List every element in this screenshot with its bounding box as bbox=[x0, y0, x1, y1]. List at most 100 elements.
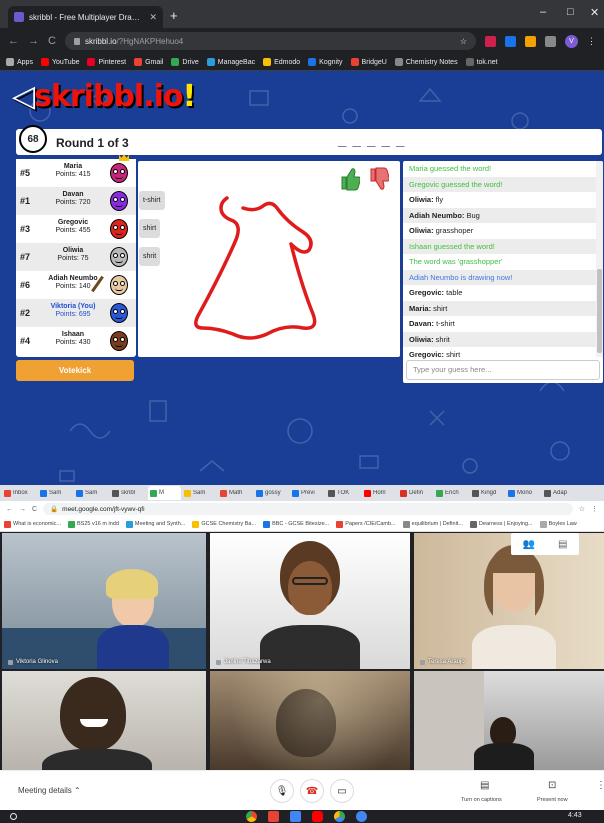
browser-tab[interactable]: Mono bbox=[508, 489, 541, 497]
minimize-icon[interactable]: – bbox=[540, 6, 546, 18]
maximize-icon[interactable]: □ bbox=[567, 6, 574, 18]
browser-tab[interactable]: Kingd bbox=[472, 489, 505, 497]
profile-avatar[interactable]: V bbox=[565, 34, 578, 48]
forward-icon[interactable]: → bbox=[19, 506, 26, 513]
browser-tab[interactable]: Defin bbox=[400, 489, 433, 497]
tab-title: Mono bbox=[517, 490, 533, 496]
browser-tab[interactable]: Sam bbox=[184, 489, 217, 497]
url-host: skribbl.io bbox=[84, 36, 117, 46]
menu-kebab-icon[interactable]: ⋮ bbox=[587, 36, 596, 47]
skribbl-game-area: ◁skribbl.io! 68 Round 1 of 3 _ _ _ _ _ #… bbox=[0, 71, 604, 485]
back-icon[interactable]: ← bbox=[6, 506, 13, 513]
player-row: #3 Gregovic Points: 455 bbox=[16, 215, 136, 243]
bookmark-item[interactable]: BBC - GCSE Bitesize... bbox=[263, 520, 329, 528]
extension-icon[interactable] bbox=[525, 35, 536, 47]
browser-tab[interactable]: Inbox bbox=[4, 489, 37, 497]
microphone-icon[interactable]: 🎙 bbox=[270, 779, 294, 803]
close-tab-icon[interactable]: ✕ bbox=[149, 12, 157, 23]
menu-kebab-icon[interactable]: ⋮ bbox=[591, 505, 598, 513]
gmail-icon[interactable] bbox=[268, 811, 279, 822]
chat-icon[interactable]: ▤ bbox=[558, 539, 567, 550]
bookmark-item[interactable]: Drive bbox=[171, 58, 199, 66]
bookmark-item[interactable]: ManageBac bbox=[206, 58, 255, 66]
bookmark-item[interactable]: Boyles Law bbox=[539, 520, 577, 528]
reload-icon[interactable]: C bbox=[32, 506, 37, 513]
people-icon[interactable]: 👥 bbox=[523, 539, 535, 550]
bookmark-item[interactable]: Chemistry Notes bbox=[394, 58, 458, 66]
tab-favicon-icon bbox=[40, 489, 47, 497]
browser-tab[interactable]: M bbox=[148, 486, 181, 500]
chat-message: The word was 'grasshopper' bbox=[403, 254, 596, 270]
extension-icon[interactable] bbox=[505, 35, 516, 47]
browser-tab[interactable]: Sam bbox=[76, 489, 109, 497]
bookmark-item[interactable]: Kognity bbox=[308, 58, 343, 66]
extensions-puzzle-icon[interactable] bbox=[545, 35, 556, 47]
bookmark-favicon-icon bbox=[40, 58, 49, 66]
chat-scrollbar[interactable] bbox=[596, 161, 603, 357]
browser-tab[interactable]: Ench bbox=[436, 489, 469, 497]
chrome-icon[interactable] bbox=[246, 811, 257, 822]
bookmark-item[interactable]: What is economic... bbox=[4, 520, 61, 528]
votekick-button[interactable]: Votekick bbox=[16, 360, 134, 381]
star-icon[interactable]: ☆ bbox=[579, 505, 585, 513]
bookmark-item[interactable]: Gmail bbox=[134, 58, 163, 66]
chat-text: The word was 'grasshopper' bbox=[409, 257, 503, 266]
youtube-icon[interactable] bbox=[312, 811, 323, 822]
tab-favicon-icon bbox=[472, 489, 479, 497]
browser-tab[interactable]: Hom bbox=[364, 489, 397, 497]
camera-icon[interactable]: ▭ bbox=[330, 779, 354, 803]
address-bar[interactable]: skribbl.io/?HgNAKPHehuo4 ☆ bbox=[64, 32, 476, 50]
forward-icon[interactable]: → bbox=[28, 35, 39, 47]
files-icon[interactable] bbox=[356, 811, 367, 822]
new-tab-button[interactable]: + bbox=[170, 8, 178, 23]
chat-input[interactable]: Type your guess here... bbox=[406, 360, 600, 380]
browser-tab[interactable]: Previ bbox=[292, 489, 325, 497]
star-icon[interactable]: ☆ bbox=[460, 37, 467, 46]
browser-tab[interactable]: skribl bbox=[112, 489, 145, 497]
present-icon[interactable]: ⊡ bbox=[548, 780, 556, 791]
meet-address-bar[interactable]: 🔒 meet.google.com/jft-vywv-qfi bbox=[43, 503, 573, 515]
player-rank: #2 bbox=[20, 308, 31, 318]
captions-icon[interactable]: ▤ bbox=[480, 780, 489, 791]
launcher-icon[interactable] bbox=[10, 813, 17, 820]
browser-tab[interactable]: TOK bbox=[328, 489, 361, 497]
thumbs-down-icon[interactable] bbox=[369, 167, 389, 191]
browser-tab[interactable]: gossy bbox=[256, 489, 289, 497]
bookmark-favicon-icon bbox=[350, 58, 359, 66]
meeting-details-button[interactable]: Meeting details ⌃ bbox=[18, 786, 81, 795]
back-icon[interactable]: ← bbox=[8, 35, 19, 47]
bookmark-item[interactable]: Edmodo bbox=[263, 58, 300, 66]
player-name: Viktoria (You) bbox=[50, 303, 96, 310]
close-window-icon[interactable]: ✕ bbox=[590, 6, 599, 19]
browser-tab[interactable]: Math bbox=[220, 489, 253, 497]
bookmark-item[interactable]: Dearness | Enjoying... bbox=[469, 520, 533, 528]
extension-icon[interactable] bbox=[485, 35, 496, 47]
bookmark-item[interactable]: YouTube bbox=[40, 58, 79, 66]
hang-up-icon[interactable]: ☎ bbox=[300, 779, 324, 803]
bookmark-item[interactable]: Meeting and Synth... bbox=[125, 520, 185, 528]
reload-icon[interactable]: C bbox=[48, 35, 56, 47]
browser-tab[interactable]: Adap bbox=[544, 489, 577, 497]
bookmark-item[interactable]: GCSE Chemistry Ba... bbox=[192, 520, 256, 528]
more-options-icon[interactable]: ⋮ bbox=[596, 780, 604, 791]
bookmark-item[interactable]: equilibrium | Definit... bbox=[402, 520, 463, 528]
docs-icon[interactable] bbox=[290, 811, 301, 822]
bookmark-label: Papers /CIE/Camb... bbox=[345, 521, 396, 527]
bookmark-item[interactable]: BridgeU bbox=[350, 58, 387, 66]
drawing-canvas[interactable] bbox=[138, 161, 400, 357]
present-label[interactable]: Present now bbox=[537, 797, 568, 803]
browser-tab-skribbl[interactable]: skribbl - Free Multiplayer Drawing ✕ bbox=[8, 6, 163, 28]
tab-title: Previ bbox=[301, 490, 315, 496]
browser-tab[interactable]: Sam bbox=[40, 489, 73, 497]
bookmark-item[interactable]: Apps bbox=[6, 58, 33, 66]
play-store-icon[interactable] bbox=[334, 811, 345, 822]
bookmark-item[interactable]: tok.net bbox=[465, 58, 498, 66]
captions-label[interactable]: Turn on captions bbox=[461, 797, 502, 803]
chat-message: Ishaan guessed the word! bbox=[403, 238, 596, 254]
bookmark-item[interactable]: Papers /CIE/Camb... bbox=[336, 520, 396, 528]
browser-toolbar: ← → C skribbl.io/?HgNAKPHehuo4 ☆ V ⋮ bbox=[0, 28, 604, 54]
tab-title: skribbl - Free Multiplayer Drawing bbox=[29, 12, 145, 22]
bookmark-item[interactable]: Pinterest bbox=[87, 58, 126, 66]
thumbs-up-icon[interactable] bbox=[340, 167, 360, 191]
bookmark-item[interactable]: BS25 v16 m indd bbox=[68, 520, 119, 528]
